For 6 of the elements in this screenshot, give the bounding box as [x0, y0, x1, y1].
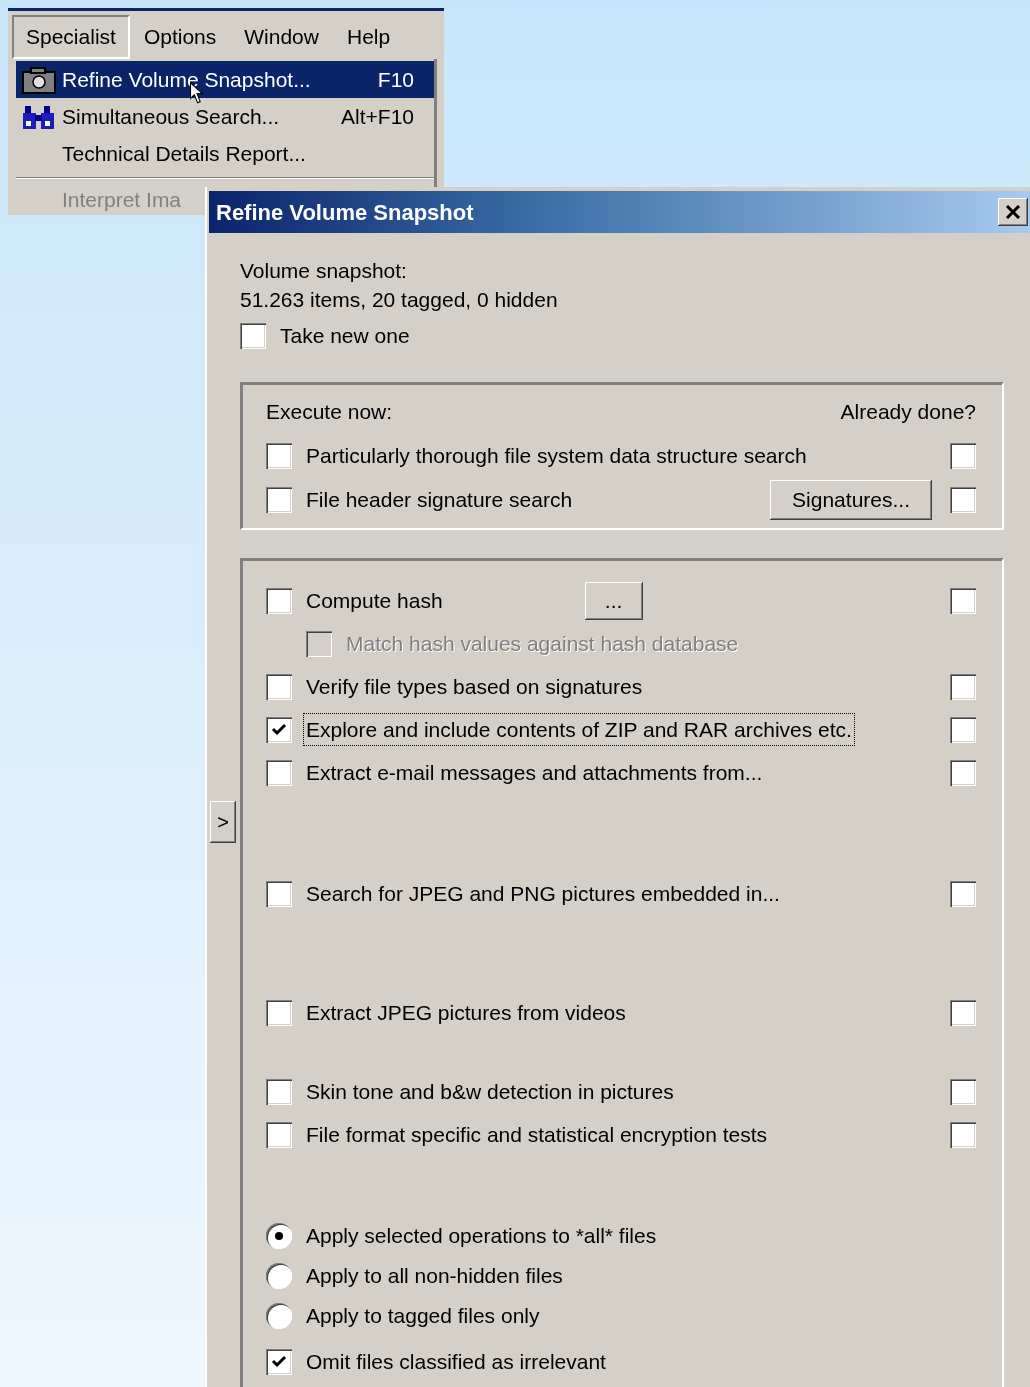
window-title: Refine Volume Snapshot — [215, 198, 475, 227]
column-heading: Already done? — [840, 399, 976, 426]
checkbox-label: Match hash values against hash database — [345, 630, 740, 657]
section-heading: Execute now: — [266, 399, 393, 426]
snapshot-info: 51.263 items, 20 tagged, 0 hidden — [240, 287, 559, 313]
snapshot-label: Volume snapshot: — [240, 258, 408, 284]
